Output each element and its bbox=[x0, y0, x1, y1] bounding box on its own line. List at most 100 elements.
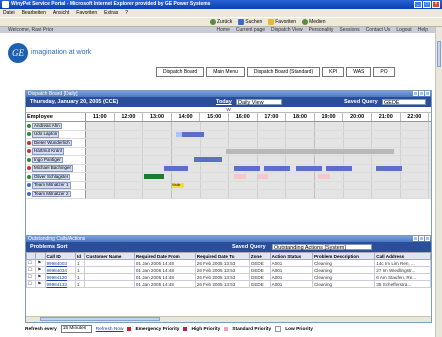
column-header[interactable]: Action Status bbox=[269, 252, 313, 260]
flag-icon[interactable]: ⚑ bbox=[35, 273, 46, 281]
employee-row[interactable]: Andreas Ahn bbox=[26, 122, 431, 131]
refresh-now-link[interactable]: Refresh Now bbox=[96, 327, 124, 332]
employee-name[interactable]: Team Mitnatzer 2 bbox=[32, 190, 71, 197]
panel-minimize-button[interactable] bbox=[413, 236, 418, 241]
column-header[interactable]: Required Date To bbox=[194, 252, 250, 260]
row-checkbox[interactable]: ☐ bbox=[25, 273, 37, 281]
nav-was[interactable]: WAS bbox=[346, 67, 372, 77]
scroll-thumb[interactable] bbox=[40, 317, 160, 321]
employee-name[interactable]: Oliver Schlagster bbox=[32, 173, 71, 180]
flag-icon[interactable]: ⚑ bbox=[35, 259, 46, 267]
employee-name[interactable]: Andreas Ahn bbox=[32, 122, 62, 129]
close-button[interactable]: × bbox=[432, 1, 440, 8]
toplink-sessions[interactable]: Sessions bbox=[339, 27, 359, 33]
job-block[interactable] bbox=[234, 174, 246, 179]
employee-name[interactable]: Dieter Wunderlich bbox=[32, 139, 72, 146]
employee-row[interactable]: Team Mitnatzer 1 Visite bbox=[26, 181, 431, 190]
menu-favorites[interactable]: Favoriten bbox=[76, 9, 97, 17]
row-checkbox[interactable]: ☐ bbox=[25, 280, 37, 288]
menu-help[interactable]: ? bbox=[125, 9, 128, 17]
table-row[interactable]: ☐ ⚑ 99984034 1 01 Jan 2005 14:48 26 Feb 2… bbox=[25, 266, 431, 274]
nav-po[interactable]: PO bbox=[373, 67, 395, 77]
column-header[interactable]: Id bbox=[74, 252, 86, 260]
media-button[interactable]: Medien bbox=[302, 19, 326, 25]
table-row[interactable]: ☐ ⚑ 99984133 1 01 Jan 2005 14:48 26 Feb 2… bbox=[25, 280, 431, 288]
column-header[interactable] bbox=[35, 252, 46, 260]
job-block[interactable] bbox=[194, 157, 222, 162]
employee-name[interactable]: Ingo Pantiger bbox=[32, 156, 63, 163]
job-block[interactable] bbox=[376, 165, 402, 171]
refresh-interval-select[interactable]: 15 Minutes bbox=[60, 325, 92, 333]
job-block[interactable] bbox=[318, 174, 330, 179]
favorites-button[interactable]: Favoriten bbox=[268, 19, 296, 25]
menu-view[interactable]: Ansicht bbox=[53, 9, 69, 17]
toplink-home[interactable]: Home bbox=[217, 27, 230, 33]
job-block[interactable] bbox=[144, 174, 164, 179]
row-checkbox[interactable]: ☐ bbox=[25, 266, 37, 274]
calls-horizontal-scrollbar[interactable] bbox=[26, 316, 431, 322]
search-button[interactable]: Suchen bbox=[238, 19, 262, 25]
call-id-cell[interactable]: 99984034 bbox=[44, 266, 76, 274]
job-block[interactable] bbox=[234, 165, 260, 171]
table-row[interactable]: ☐ ⚑ 99984003 1 01 Jan 2005 14:48 26 Feb 2… bbox=[25, 259, 431, 267]
nav-dispatch-board-standard[interactable]: Dispatch Board (Standard) bbox=[246, 67, 321, 77]
flag-icon[interactable]: ⚑ bbox=[35, 280, 46, 288]
maximize-button[interactable]: □ bbox=[423, 1, 431, 8]
saved-query-select[interactable]: Outstanding Actions [System] bbox=[272, 244, 372, 251]
column-header[interactable]: Call ID bbox=[44, 252, 76, 260]
menu-edit[interactable]: Bearbeiten bbox=[22, 9, 46, 17]
employee-name[interactable]: Udo Lapton bbox=[32, 131, 60, 138]
toplink-help[interactable]: Help bbox=[418, 27, 428, 33]
flag-icon[interactable]: ⚑ bbox=[35, 266, 46, 274]
job-block[interactable] bbox=[258, 174, 268, 179]
call-id-cell[interactable]: 99984003 bbox=[44, 259, 76, 267]
panel-maximize-button[interactable] bbox=[419, 236, 424, 241]
employee-row[interactable]: Michael Bachinger bbox=[26, 164, 431, 173]
back-button[interactable]: Zurück bbox=[210, 19, 232, 25]
column-header[interactable]: Zone bbox=[248, 252, 271, 260]
column-header[interactable]: Problem Description bbox=[311, 252, 376, 260]
toplink-logout[interactable]: Logout bbox=[396, 27, 411, 33]
column-header[interactable] bbox=[25, 252, 37, 260]
scroll-thumb[interactable] bbox=[437, 41, 441, 67]
toplink-contact[interactable]: Contact Us bbox=[366, 27, 391, 33]
menu-tools[interactable]: Extras bbox=[104, 9, 118, 17]
toplink-dispatch-view[interactable]: Dispatch View bbox=[271, 27, 303, 33]
page-vertical-scrollbar[interactable] bbox=[435, 27, 442, 337]
job-block[interactable] bbox=[296, 165, 322, 171]
toplink-personality[interactable]: Personality bbox=[309, 27, 334, 33]
employee-row[interactable]: Hartmut Kranl bbox=[26, 147, 431, 156]
column-header[interactable]: Customer Name bbox=[84, 252, 135, 260]
job-block[interactable] bbox=[164, 165, 188, 171]
minimize-button[interactable]: _ bbox=[414, 1, 422, 8]
toplink-current-page[interactable]: Current page bbox=[236, 27, 265, 33]
job-block[interactable] bbox=[226, 148, 394, 154]
employee-name[interactable]: Michael Bachinger bbox=[32, 165, 74, 172]
nav-dispatch-board[interactable]: Dispatch Board bbox=[156, 67, 205, 77]
nav-main-menu[interactable]: Main Menu bbox=[206, 67, 245, 77]
panel-close-button[interactable] bbox=[425, 236, 430, 241]
menu-file[interactable]: Datei bbox=[3, 9, 15, 17]
job-block[interactable]: Visite bbox=[172, 182, 184, 188]
employee-row[interactable]: Ingo Pantiger bbox=[26, 156, 431, 165]
current-date[interactable]: Thursday, January 20, 2005 (CCE) bbox=[30, 97, 118, 107]
panel-close-button[interactable] bbox=[425, 91, 430, 96]
call-id-cell[interactable]: 99984120 bbox=[44, 273, 76, 281]
panel-maximize-button[interactable] bbox=[419, 91, 424, 96]
nav-kpi[interactable]: KPI bbox=[322, 67, 345, 77]
job-block[interactable] bbox=[264, 165, 290, 171]
saved-query-select[interactable]: GEDE bbox=[382, 99, 426, 106]
job-block[interactable] bbox=[326, 165, 352, 171]
employee-name[interactable]: Team Mitnatzer 1 bbox=[32, 182, 71, 189]
employee-row[interactable]: Udo Lapton bbox=[26, 130, 431, 139]
column-header[interactable]: Required Date From bbox=[133, 252, 196, 260]
today-link[interactable]: Today bbox=[216, 97, 232, 107]
call-id-cell[interactable]: 99984133 bbox=[44, 280, 76, 288]
employee-row[interactable]: Team Mitnatzer 2 bbox=[26, 190, 431, 199]
row-checkbox[interactable]: ☐ bbox=[25, 259, 37, 267]
employee-row[interactable]: Oliver Schlagster bbox=[26, 173, 431, 182]
employee-name[interactable]: Hartmut Kranl bbox=[32, 148, 64, 155]
view-select[interactable]: Daily View bbox=[236, 99, 282, 106]
table-row[interactable]: ☐ ⚑ 99984120 1 01 Jan 2005 14:48 26 Feb 2… bbox=[25, 273, 431, 281]
job-block[interactable] bbox=[182, 131, 204, 137]
